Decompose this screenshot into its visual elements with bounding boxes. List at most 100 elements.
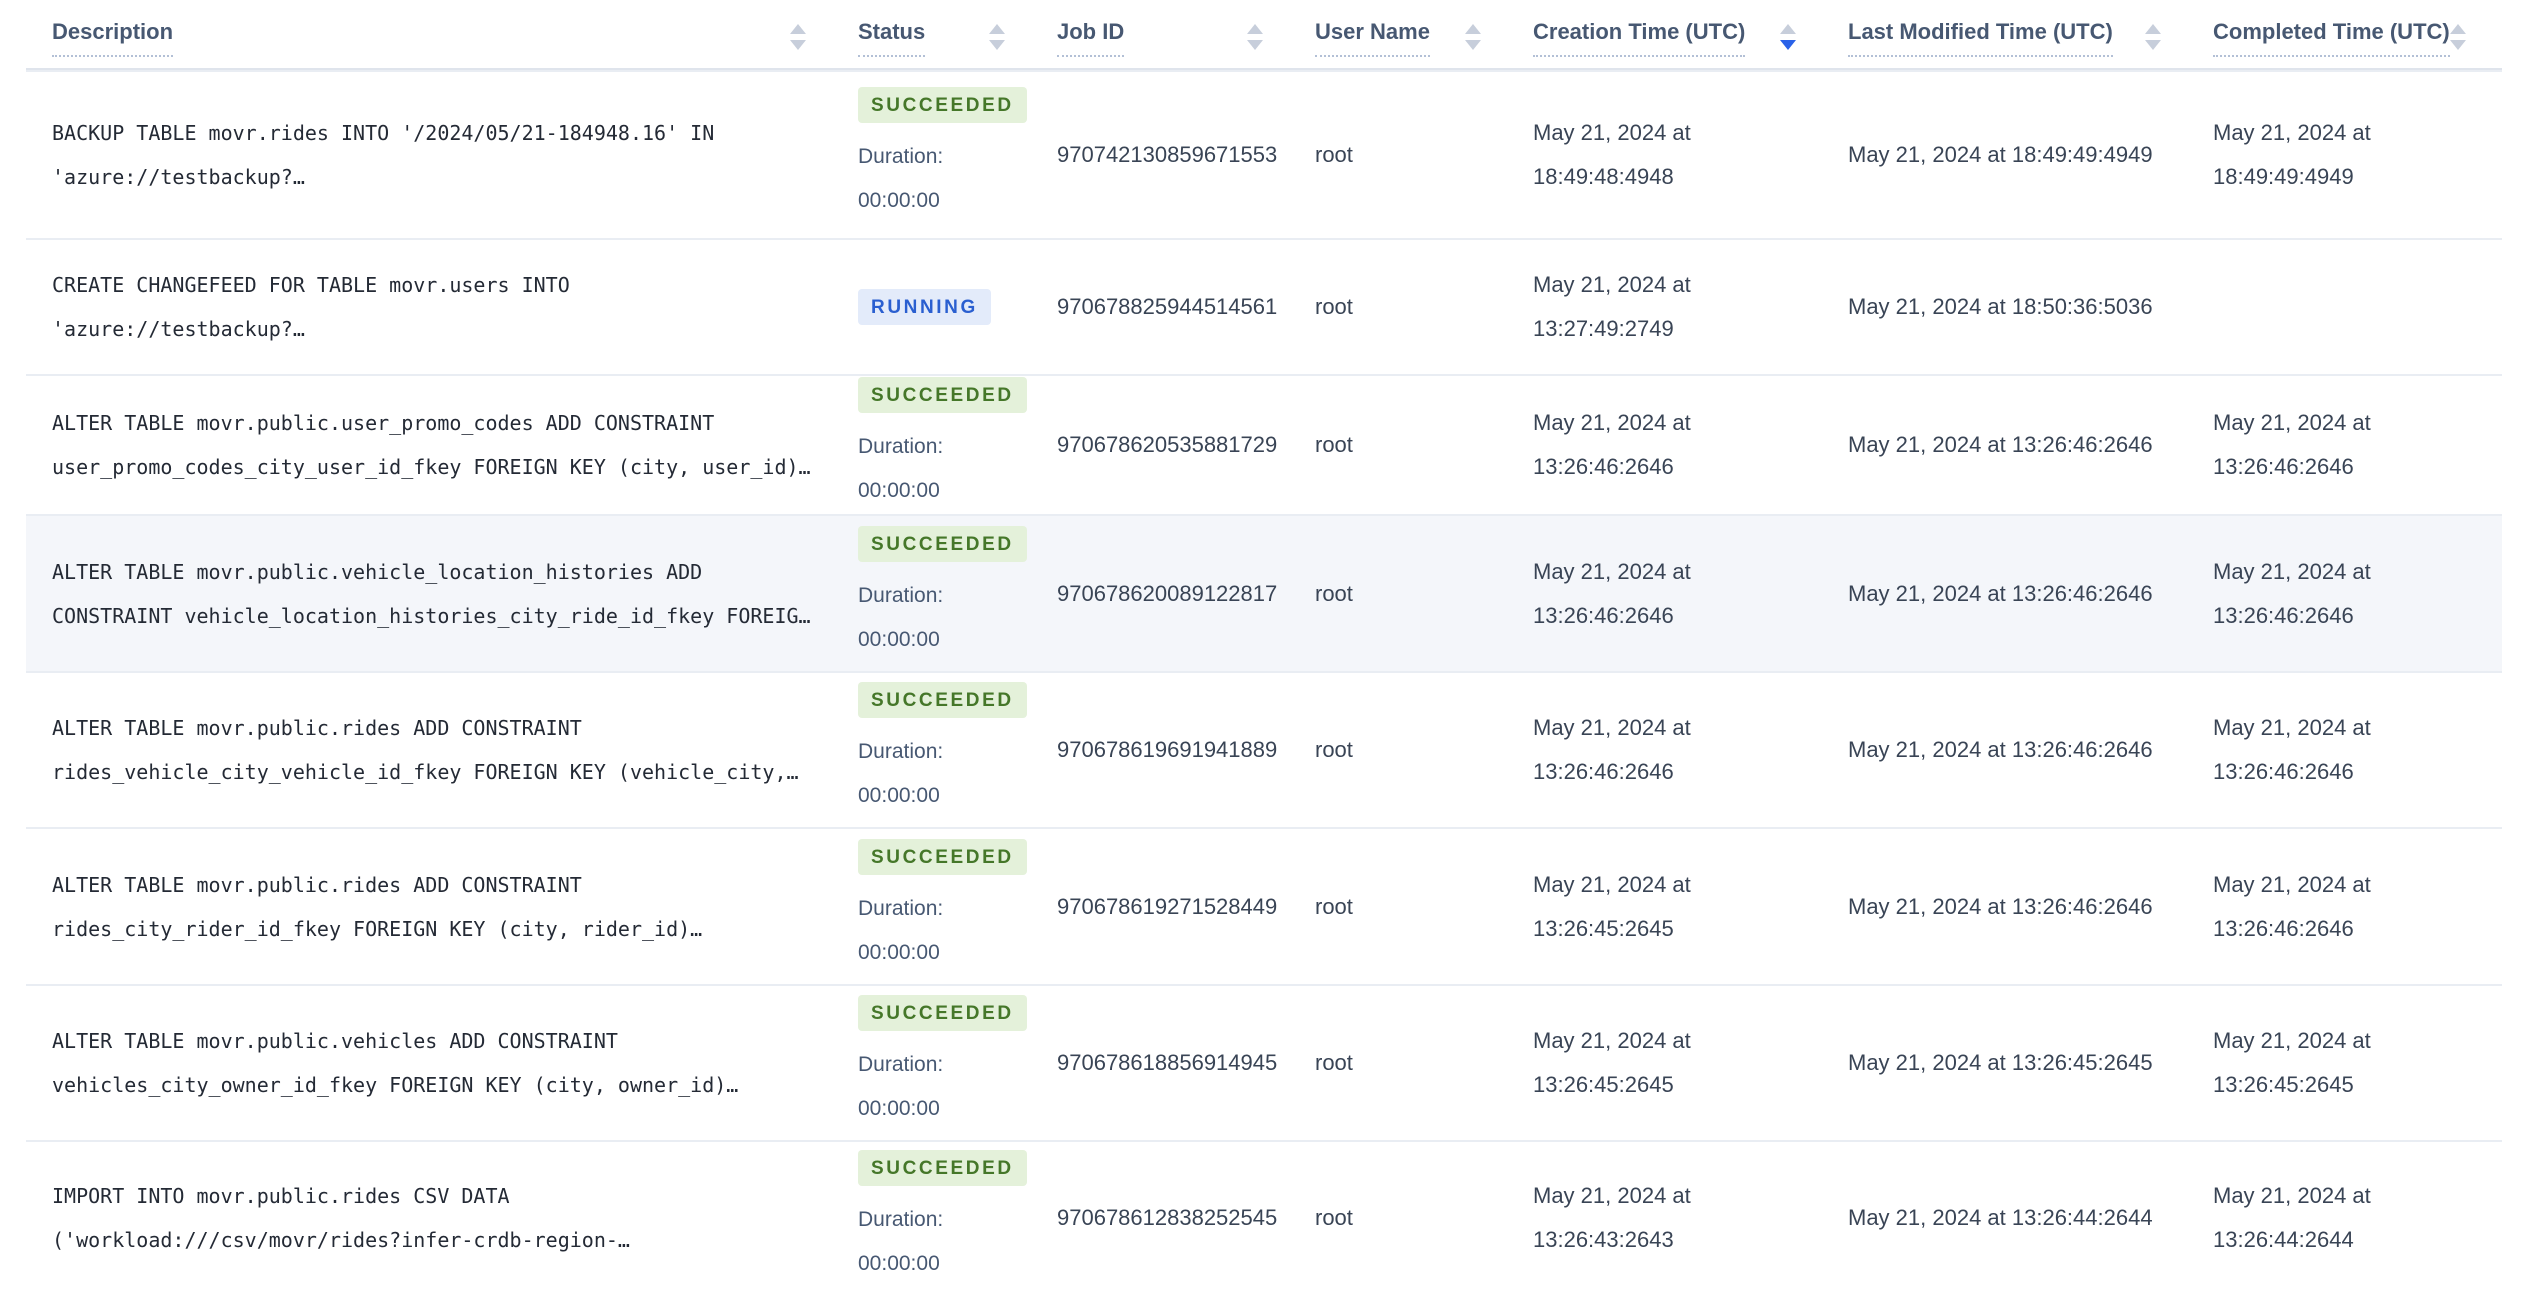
status-cell: SUCCEEDED Duration: 00:00:00: [858, 995, 1057, 1131]
column-header-description[interactable]: Description: [52, 0, 858, 68]
status-badge: SUCCEEDED: [858, 682, 1027, 718]
creation-time-cell: May 21, 2024 at 13:26:43:2643: [1533, 1182, 1691, 1252]
column-header-user-name[interactable]: User Name: [1315, 0, 1533, 68]
job-id-cell: 970742130859671553: [1057, 142, 1278, 167]
job-duration: Duration: 00:00:00: [858, 145, 944, 212]
status-badge: SUCCEEDED: [858, 838, 1027, 875]
last-modified-time-cell: May 21, 2024 at 18:50:36:5036: [1848, 294, 2153, 319]
job-description-link[interactable]: ALTER TABLE movr.public.rides ADD CONSTR…: [52, 863, 858, 951]
table-row: ALTER TABLE movr.public.vehicles ADD CON…: [26, 984, 2502, 1140]
table-row: ALTER TABLE movr.public.vehicle_location…: [26, 514, 2502, 671]
last-modified-time-cell: May 21, 2024 at 18:49:49:4949: [1848, 142, 2153, 167]
table-row: ALTER TABLE movr.public.user_promo_codes…: [26, 374, 2502, 514]
job-id-cell: 970678825944514561: [1057, 294, 1278, 319]
user-name-cell: root: [1315, 893, 1353, 919]
user-name-cell: root: [1315, 294, 1353, 319]
last-modified-time-cell: May 21, 2024 at 13:26:46:2646: [1848, 580, 2153, 606]
column-header-last-modified-time[interactable]: Last Modified Time (UTC): [1848, 0, 2213, 68]
completed-time-cell: May 21, 2024 at 18:49:49:4949: [2213, 120, 2371, 189]
creation-time-cell: May 21, 2024 at 13:26:45:2645: [1533, 1028, 1691, 1097]
job-duration: Duration: 00:00:00: [858, 896, 944, 964]
status-cell: SUCCEEDED Duration: 00:00:00: [858, 838, 1057, 975]
column-header-label: Creation Time (UTC): [1533, 19, 1746, 57]
table-row: IMPORT INTO movr.public.rides CSV DATA (…: [26, 1140, 2502, 1292]
table-row: ALTER TABLE movr.public.rides ADD CONSTR…: [26, 671, 2502, 827]
job-duration: Duration: 00:00:00: [858, 435, 944, 502]
status-cell: SUCCEEDED Duration: 00:00:00: [858, 377, 1057, 513]
column-header-creation-time[interactable]: Creation Time (UTC): [1533, 0, 1848, 68]
jobs-page: Description Status Job ID User Name Crea…: [0, 0, 2528, 1292]
table-row: BACKUP TABLE movr.rides INTO '/2024/05/2…: [26, 70, 2502, 238]
completed-time-cell: May 21, 2024 at 13:26:44:2644: [2213, 1182, 2371, 1252]
job-description-link[interactable]: ALTER TABLE movr.public.rides ADD CONSTR…: [52, 706, 858, 794]
job-id-cell: 970678619271528449: [1057, 893, 1278, 919]
sort-icon: [1465, 24, 1481, 50]
sort-icon-active-desc: [1780, 24, 1796, 50]
sort-icon: [790, 24, 806, 50]
column-header-label: Completed Time (UTC): [2213, 19, 2450, 57]
creation-time-cell: May 21, 2024 at 13:26:46:2646: [1533, 715, 1691, 784]
creation-time-cell: May 21, 2024 at 13:26:46:2646: [1533, 558, 1691, 628]
job-duration: Duration: 00:00:00: [858, 1053, 944, 1120]
status-cell: SUCCEEDED Duration: 00:00:00: [858, 1149, 1057, 1286]
user-name-cell: root: [1315, 1050, 1353, 1075]
last-modified-time-cell: May 21, 2024 at 13:26:44:2644: [1848, 1204, 2153, 1230]
sort-icon: [2145, 24, 2161, 50]
column-header-status[interactable]: Status: [858, 0, 1057, 68]
creation-time-cell: May 21, 2024 at 18:49:48:4948: [1533, 120, 1691, 189]
completed-time-cell: May 21, 2024 at 13:26:46:2646: [2213, 410, 2371, 479]
last-modified-time-cell: May 21, 2024 at 13:26:45:2645: [1848, 1050, 2153, 1075]
job-id-cell: 970678620535881729: [1057, 432, 1278, 457]
completed-time-cell: May 21, 2024 at 13:26:46:2646: [2213, 715, 2371, 784]
column-header-label: User Name: [1315, 19, 1430, 57]
status-badge: SUCCEEDED: [858, 1149, 1027, 1186]
jobs-table: Description Status Job ID User Name Crea…: [26, 0, 2502, 1292]
table-header-row: Description Status Job ID User Name Crea…: [26, 0, 2502, 70]
status-cell: SUCCEEDED Duration: 00:00:00: [858, 87, 1057, 223]
job-id-cell: 970678620089122817: [1057, 580, 1278, 606]
job-duration: Duration: 00:00:00: [858, 583, 944, 651]
completed-time-cell: May 21, 2024 at 13:26:46:2646: [2213, 558, 2371, 628]
status-badge: SUCCEEDED: [858, 377, 1027, 413]
status-cell: SUCCEEDED Duration: 00:00:00: [858, 682, 1057, 818]
completed-time-cell: May 21, 2024 at 13:26:45:2645: [2213, 1028, 2371, 1097]
job-id-cell: 970678618856914945: [1057, 1050, 1278, 1075]
creation-time-cell: May 21, 2024 at 13:26:45:2645: [1533, 871, 1691, 941]
sort-icon: [1247, 24, 1263, 50]
column-header-label: Status: [858, 19, 926, 57]
status-cell: RUNNING: [858, 289, 1057, 325]
job-id-cell: 970678612838252545: [1057, 1204, 1278, 1230]
status-badge: SUCCEEDED: [858, 87, 1027, 123]
column-header-label: Job ID: [1057, 19, 1125, 57]
table-row: ALTER TABLE movr.public.rides ADD CONSTR…: [26, 827, 2502, 984]
last-modified-time-cell: May 21, 2024 at 13:26:46:2646: [1848, 893, 2153, 919]
column-header-label: Description: [52, 19, 174, 57]
status-badge: RUNNING: [858, 289, 991, 325]
job-description-link[interactable]: BACKUP TABLE movr.rides INTO '/2024/05/2…: [52, 111, 858, 199]
job-description-link[interactable]: ALTER TABLE movr.public.user_promo_codes…: [52, 401, 858, 489]
job-id-cell: 970678619691941889: [1057, 737, 1278, 762]
job-description-link[interactable]: IMPORT INTO movr.public.rides CSV DATA (…: [52, 1174, 858, 1262]
user-name-cell: root: [1315, 432, 1353, 457]
last-modified-time-cell: May 21, 2024 at 13:26:46:2646: [1848, 737, 2153, 762]
user-name-cell: root: [1315, 580, 1353, 606]
column-header-completed-time[interactable]: Completed Time (UTC): [2213, 0, 2518, 68]
column-header-label: Last Modified Time (UTC): [1848, 19, 2113, 57]
job-description-link[interactable]: ALTER TABLE movr.public.vehicles ADD CON…: [52, 1019, 858, 1107]
column-header-job-id[interactable]: Job ID: [1057, 0, 1315, 68]
job-duration: Duration: 00:00:00: [858, 1207, 944, 1275]
user-name-cell: root: [1315, 142, 1353, 167]
user-name-cell: root: [1315, 1204, 1353, 1230]
sort-icon: [2449, 24, 2466, 50]
creation-time-cell: May 21, 2024 at 13:26:46:2646: [1533, 410, 1691, 479]
table-row: CREATE CHANGEFEED FOR TABLE movr.users I…: [26, 238, 2502, 374]
sort-icon: [989, 24, 1005, 50]
last-modified-time-cell: May 21, 2024 at 13:26:46:2646: [1848, 432, 2153, 457]
status-badge: SUCCEEDED: [858, 525, 1027, 562]
status-badge: SUCCEEDED: [858, 995, 1027, 1031]
creation-time-cell: May 21, 2024 at 13:27:49:2749: [1533, 272, 1691, 341]
job-description-link[interactable]: CREATE CHANGEFEED FOR TABLE movr.users I…: [52, 263, 858, 351]
user-name-cell: root: [1315, 737, 1353, 762]
job-description-link[interactable]: ALTER TABLE movr.public.vehicle_location…: [52, 550, 858, 638]
completed-time-cell: May 21, 2024 at 13:26:46:2646: [2213, 871, 2371, 941]
